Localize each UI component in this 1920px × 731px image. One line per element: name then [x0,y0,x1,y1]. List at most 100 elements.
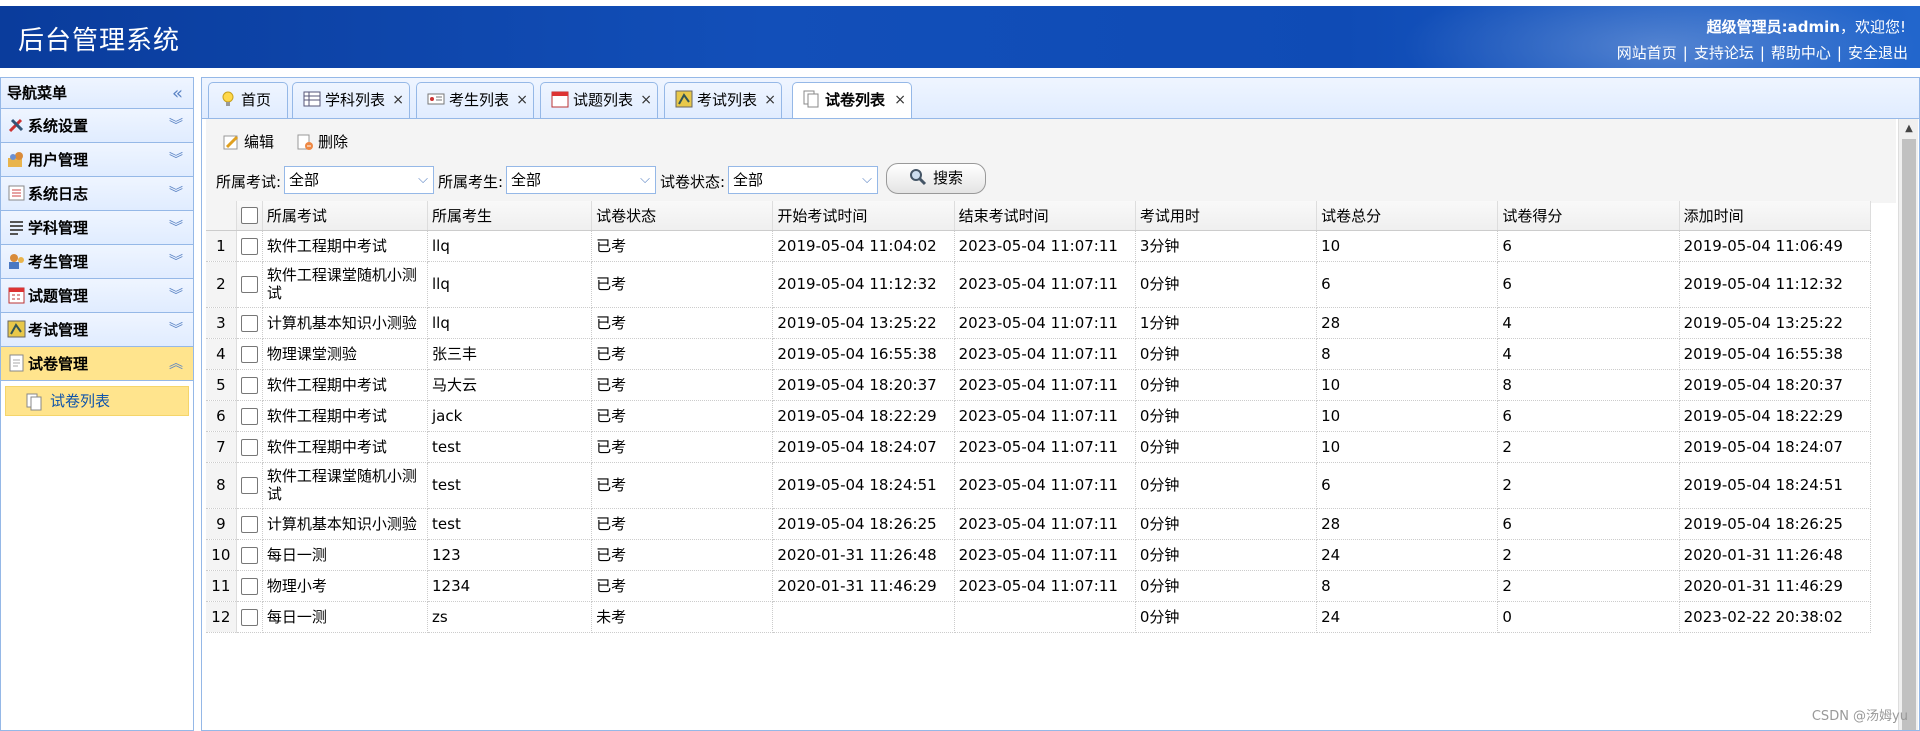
submenu-item-paper-list[interactable]: 试卷列表 [5,386,189,416]
exam-cell: 物理小考 [262,570,429,602]
app-title: 后台管理系统 [18,26,181,56]
close-icon[interactable]: × [392,83,404,117]
row-select-cell [236,601,263,633]
exam-cell: 软件工程课堂随机小测试 [262,462,429,509]
column-header-score[interactable]: 试卷得分 [1497,201,1680,231]
tab-exam-list[interactable]: 考试列表 × [664,82,782,119]
link-site-home[interactable]: 网站首页 [1617,44,1677,62]
sidebar-item-user-management[interactable]: 用户管理 ︾ [1,143,193,177]
table-row[interactable]: 6 软件工程期中考试 jack 已考 2019-05-04 18:22:29 2023-0… [206,400,1872,432]
vertical-scrollbar[interactable]: ▲ [1898,119,1918,730]
edit-button[interactable]: 编辑 [220,129,274,155]
row-checkbox[interactable] [240,515,258,533]
chevron-down-icon[interactable]: ⌵ [635,167,655,193]
row-checkbox[interactable] [240,276,258,293]
collapse-sidebar-icon[interactable]: « [172,78,183,109]
table-row[interactable]: 3 计算机基本知识小测验 llq 已考 2019-05-04 13:25:22 2023-… [206,307,1872,339]
filter-exam-value: 全部 [289,171,320,189]
sidebar-item-system-settings[interactable]: 系统设置 ︾ [1,109,193,143]
filter-status-select[interactable]: 全部 ⌵ [728,166,878,194]
score-cell: 2 [1497,431,1680,463]
close-icon[interactable]: × [516,83,528,117]
sidebar-item-paper-management[interactable]: 试卷管理 ︽ [1,347,193,381]
sidebar-item-exam-management[interactable]: 考试管理 ︾ [1,313,193,347]
total-score-cell: 10 [1316,230,1499,262]
row-checkbox[interactable] [240,376,258,394]
row-checkbox[interactable] [240,314,258,332]
link-separator: | [1836,44,1842,62]
filter-exam-select[interactable]: 全部 ⌵ [284,166,434,194]
column-header-start-time[interactable]: 开始考试时间 [772,201,955,231]
total-score-cell: 10 [1316,400,1499,432]
close-icon[interactable]: × [894,83,906,117]
table-row[interactable]: 11 物理小考 1234 已考 2020-01-31 11:46:29 2023-05-0… [206,570,1872,602]
table-row[interactable]: 7 软件工程期中考试 test 已考 2019-05-04 18:24:07 2023-0… [206,431,1872,463]
table-row[interactable]: 10 每日一测 123 已考 2020-01-31 11:26:48 2023-05-04… [206,539,1872,571]
select-all-checkbox[interactable] [240,207,258,225]
column-header-end-time[interactable]: 结束考试时间 [954,201,1136,231]
link-logout[interactable]: 安全退出 [1848,44,1908,62]
start-time-cell: 2019-05-04 16:55:38 [772,338,955,370]
column-header-duration[interactable]: 考试用时 [1135,201,1318,231]
link-forum[interactable]: 支持论坛 [1694,44,1754,62]
start-time-cell: 2019-05-04 18:24:51 [772,462,955,509]
table-row[interactable]: 12 每日一测 zs 未考 0分钟 24 0 2023-02-22 20:38:02 [206,601,1872,633]
scroll-up-icon[interactable]: ▲ [1899,119,1919,139]
total-score-cell: 28 [1316,307,1499,339]
table-row[interactable]: 1 软件工程期中考试 llq 已考 2019-05-04 11:04:02 2023-05… [206,230,1872,262]
close-icon[interactable]: × [764,83,776,117]
duration-cell: 0分钟 [1135,462,1318,509]
tab-label: 首页 [241,91,272,109]
score-cell: 2 [1497,570,1680,602]
row-checkbox[interactable] [240,608,258,626]
tab-subject-list[interactable]: 学科列表 × [292,82,410,119]
close-icon[interactable]: × [640,83,652,117]
tab-paper-list[interactable]: 试卷列表 × [792,82,912,120]
tab-home[interactable]: 首页 [208,82,288,119]
column-header-added-time[interactable]: 添加时间 [1679,201,1872,231]
chevron-down-icon[interactable]: ⌵ [413,167,433,193]
status-cell: 已考 [591,508,774,540]
link-separator: | [1682,44,1688,62]
row-checkbox[interactable] [240,577,258,595]
tab-question-list[interactable]: 试题列表 × [540,82,658,119]
score-cell: 2 [1497,462,1680,509]
delete-button[interactable]: 删除 [294,129,348,155]
column-header-student[interactable]: 所属考生 [427,201,593,231]
end-time-cell: 2023-05-04 11:07:11 [954,431,1136,463]
row-checkbox[interactable] [240,407,258,425]
tab-student-list[interactable]: 考生列表 × [416,82,534,119]
table-row[interactable]: 5 软件工程期中考试 马大云 已考 2019-05-04 18:20:37 2023-05… [206,369,1872,401]
search-button[interactable]: 搜索 [886,163,986,194]
filter-student-select[interactable]: 全部 ⌵ [506,166,656,194]
row-checkbox[interactable] [240,477,258,494]
start-time-cell: 2020-01-31 11:46:29 [772,570,955,602]
row-checkbox[interactable] [240,438,258,456]
row-checkbox[interactable] [240,237,258,255]
column-header-total-score[interactable]: 试卷总分 [1316,201,1499,231]
table-row[interactable]: 4 物理课堂测验 张三丰 已考 2019-05-04 16:55:38 2023-05-0… [206,338,1872,370]
score-cell: 6 [1497,261,1680,308]
scrollbar-thumb[interactable] [1902,139,1916,730]
student-cell: llq [427,261,593,308]
sidebar-item-question-management[interactable]: 试题管理 ︾ [1,279,193,313]
table-row[interactable]: 8 软件工程课堂随机小测试 test 已考 2019-05-04 18:24:51 202… [206,462,1872,509]
row-checkbox[interactable] [240,345,258,363]
sidebar-item-label: 学科管理 [28,219,89,237]
end-time-cell: 2023-05-04 11:07:11 [954,508,1136,540]
sidebar-item-subject-management[interactable]: 学科管理 ︾ [1,211,193,245]
link-help-center[interactable]: 帮助中心 [1771,44,1831,62]
row-checkbox[interactable] [240,546,258,564]
sidebar-item-student-management[interactable]: 考生管理 ︾ [1,245,193,279]
table-row[interactable]: 9 计算机基本知识小测验 test 已考 2019-05-04 18:26:25 2023… [206,508,1872,540]
table-row[interactable]: 2 软件工程课堂随机小测试 llq 已考 2019-05-04 11:12:32 2023… [206,261,1872,308]
chevron-down-icon[interactable]: ⌵ [857,167,877,193]
student-cell: jack [427,400,593,432]
exam-icon [7,320,26,337]
added-time-cell: 2019-05-04 18:26:25 [1679,508,1872,540]
end-time-cell: 2023-05-04 11:07:11 [954,570,1136,602]
row-number: 7 [206,431,237,463]
sidebar-item-system-log[interactable]: 系统日志 ︾ [1,177,193,211]
column-header-status[interactable]: 试卷状态 [591,201,774,231]
column-header-exam[interactable]: 所属考试 [262,201,429,231]
